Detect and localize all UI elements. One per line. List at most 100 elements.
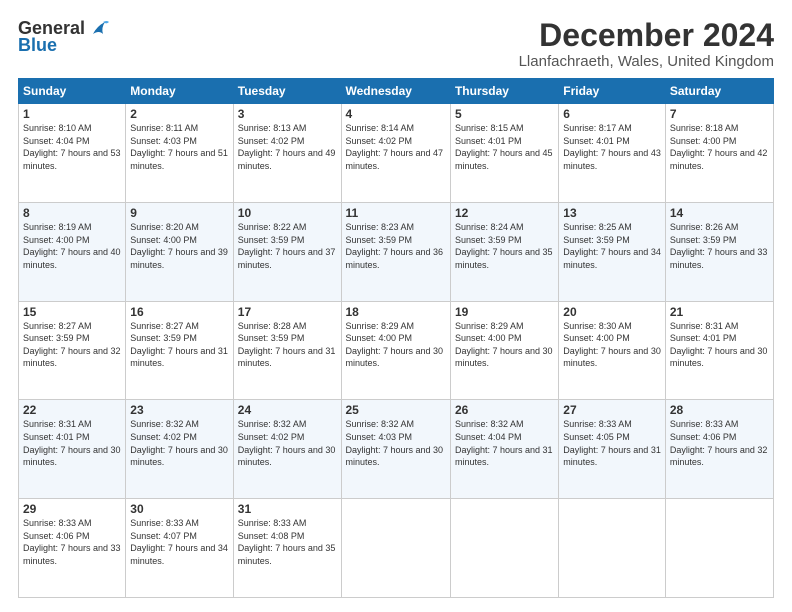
col-sunday: Sunday	[19, 79, 126, 104]
title-block: December 2024 Llanfachraeth, Wales, Unit…	[519, 18, 774, 70]
day-number: 11	[346, 206, 446, 220]
table-row: 7 Sunrise: 8:18 AMSunset: 4:00 PMDayligh…	[665, 104, 773, 203]
day-info: Sunrise: 8:32 AMSunset: 4:03 PMDaylight:…	[346, 419, 444, 467]
table-row: 27 Sunrise: 8:33 AMSunset: 4:05 PMDaylig…	[559, 400, 666, 499]
day-info: Sunrise: 8:31 AMSunset: 4:01 PMDaylight:…	[670, 321, 768, 369]
day-info: Sunrise: 8:11 AMSunset: 4:03 PMDaylight:…	[130, 123, 228, 171]
col-thursday: Thursday	[450, 79, 558, 104]
col-tuesday: Tuesday	[233, 79, 341, 104]
day-info: Sunrise: 8:13 AMSunset: 4:02 PMDaylight:…	[238, 123, 336, 171]
table-row: 4 Sunrise: 8:14 AMSunset: 4:02 PMDayligh…	[341, 104, 450, 203]
table-row: 9 Sunrise: 8:20 AMSunset: 4:00 PMDayligh…	[126, 202, 233, 301]
logo-bird-icon	[87, 20, 109, 38]
page: General Blue December 2024 Llanfachraeth…	[0, 0, 792, 612]
table-row: 15 Sunrise: 8:27 AMSunset: 3:59 PMDaylig…	[19, 301, 126, 400]
table-row: 1 Sunrise: 8:10 AMSunset: 4:04 PMDayligh…	[19, 104, 126, 203]
day-number: 19	[455, 305, 554, 319]
day-number: 13	[563, 206, 661, 220]
table-row: 14 Sunrise: 8:26 AMSunset: 3:59 PMDaylig…	[665, 202, 773, 301]
month-title: December 2024	[519, 18, 774, 53]
day-info: Sunrise: 8:10 AMSunset: 4:04 PMDaylight:…	[23, 123, 121, 171]
table-row: 19 Sunrise: 8:29 AMSunset: 4:00 PMDaylig…	[450, 301, 558, 400]
day-info: Sunrise: 8:23 AMSunset: 3:59 PMDaylight:…	[346, 222, 444, 270]
table-row: 18 Sunrise: 8:29 AMSunset: 4:00 PMDaylig…	[341, 301, 450, 400]
day-info: Sunrise: 8:14 AMSunset: 4:02 PMDaylight:…	[346, 123, 444, 171]
table-row: 3 Sunrise: 8:13 AMSunset: 4:02 PMDayligh…	[233, 104, 341, 203]
day-number: 25	[346, 403, 446, 417]
day-info: Sunrise: 8:33 AMSunset: 4:07 PMDaylight:…	[130, 518, 228, 566]
day-number: 22	[23, 403, 121, 417]
table-row	[450, 499, 558, 598]
day-number: 24	[238, 403, 337, 417]
day-number: 26	[455, 403, 554, 417]
col-monday: Monday	[126, 79, 233, 104]
day-info: Sunrise: 8:15 AMSunset: 4:01 PMDaylight:…	[455, 123, 553, 171]
day-info: Sunrise: 8:19 AMSunset: 4:00 PMDaylight:…	[23, 222, 121, 270]
calendar-table: Sunday Monday Tuesday Wednesday Thursday…	[18, 78, 774, 598]
day-number: 3	[238, 107, 337, 121]
location: Llanfachraeth, Wales, United Kingdom	[519, 53, 774, 70]
day-info: Sunrise: 8:33 AMSunset: 4:08 PMDaylight:…	[238, 518, 336, 566]
table-row	[559, 499, 666, 598]
day-info: Sunrise: 8:24 AMSunset: 3:59 PMDaylight:…	[455, 222, 553, 270]
table-row: 11 Sunrise: 8:23 AMSunset: 3:59 PMDaylig…	[341, 202, 450, 301]
table-row: 25 Sunrise: 8:32 AMSunset: 4:03 PMDaylig…	[341, 400, 450, 499]
day-number: 9	[130, 206, 228, 220]
day-number: 21	[670, 305, 769, 319]
table-row: 6 Sunrise: 8:17 AMSunset: 4:01 PMDayligh…	[559, 104, 666, 203]
day-number: 27	[563, 403, 661, 417]
day-number: 6	[563, 107, 661, 121]
table-row: 10 Sunrise: 8:22 AMSunset: 3:59 PMDaylig…	[233, 202, 341, 301]
day-number: 4	[346, 107, 446, 121]
day-info: Sunrise: 8:22 AMSunset: 3:59 PMDaylight:…	[238, 222, 336, 270]
table-row: 28 Sunrise: 8:33 AMSunset: 4:06 PMDaylig…	[665, 400, 773, 499]
table-row: 22 Sunrise: 8:31 AMSunset: 4:01 PMDaylig…	[19, 400, 126, 499]
table-row: 8 Sunrise: 8:19 AMSunset: 4:00 PMDayligh…	[19, 202, 126, 301]
table-row: 12 Sunrise: 8:24 AMSunset: 3:59 PMDaylig…	[450, 202, 558, 301]
day-info: Sunrise: 8:30 AMSunset: 4:00 PMDaylight:…	[563, 321, 661, 369]
day-info: Sunrise: 8:17 AMSunset: 4:01 PMDaylight:…	[563, 123, 661, 171]
day-info: Sunrise: 8:32 AMSunset: 4:04 PMDaylight:…	[455, 419, 553, 467]
day-number: 7	[670, 107, 769, 121]
day-number: 31	[238, 502, 337, 516]
table-row: 5 Sunrise: 8:15 AMSunset: 4:01 PMDayligh…	[450, 104, 558, 203]
table-row: 29 Sunrise: 8:33 AMSunset: 4:06 PMDaylig…	[19, 499, 126, 598]
day-info: Sunrise: 8:18 AMSunset: 4:00 PMDaylight:…	[670, 123, 768, 171]
day-info: Sunrise: 8:29 AMSunset: 4:00 PMDaylight:…	[455, 321, 553, 369]
day-number: 20	[563, 305, 661, 319]
day-number: 18	[346, 305, 446, 319]
logo-blue: Blue	[18, 35, 57, 56]
day-info: Sunrise: 8:28 AMSunset: 3:59 PMDaylight:…	[238, 321, 336, 369]
table-row	[341, 499, 450, 598]
col-friday: Friday	[559, 79, 666, 104]
day-number: 28	[670, 403, 769, 417]
day-number: 12	[455, 206, 554, 220]
table-row: 31 Sunrise: 8:33 AMSunset: 4:08 PMDaylig…	[233, 499, 341, 598]
table-row: 13 Sunrise: 8:25 AMSunset: 3:59 PMDaylig…	[559, 202, 666, 301]
day-info: Sunrise: 8:33 AMSunset: 4:06 PMDaylight:…	[23, 518, 121, 566]
table-row: 26 Sunrise: 8:32 AMSunset: 4:04 PMDaylig…	[450, 400, 558, 499]
day-number: 5	[455, 107, 554, 121]
day-info: Sunrise: 8:33 AMSunset: 4:06 PMDaylight:…	[670, 419, 768, 467]
table-row: 24 Sunrise: 8:32 AMSunset: 4:02 PMDaylig…	[233, 400, 341, 499]
day-info: Sunrise: 8:32 AMSunset: 4:02 PMDaylight:…	[238, 419, 336, 467]
table-row: 2 Sunrise: 8:11 AMSunset: 4:03 PMDayligh…	[126, 104, 233, 203]
day-number: 29	[23, 502, 121, 516]
day-number: 16	[130, 305, 228, 319]
header: General Blue December 2024 Llanfachraeth…	[18, 18, 774, 70]
day-number: 10	[238, 206, 337, 220]
day-info: Sunrise: 8:27 AMSunset: 3:59 PMDaylight:…	[130, 321, 228, 369]
col-saturday: Saturday	[665, 79, 773, 104]
day-info: Sunrise: 8:26 AMSunset: 3:59 PMDaylight:…	[670, 222, 768, 270]
table-row	[665, 499, 773, 598]
table-row: 16 Sunrise: 8:27 AMSunset: 3:59 PMDaylig…	[126, 301, 233, 400]
logo: General Blue	[18, 18, 109, 56]
day-info: Sunrise: 8:29 AMSunset: 4:00 PMDaylight:…	[346, 321, 444, 369]
day-number: 17	[238, 305, 337, 319]
day-number: 14	[670, 206, 769, 220]
table-row: 20 Sunrise: 8:30 AMSunset: 4:00 PMDaylig…	[559, 301, 666, 400]
col-wednesday: Wednesday	[341, 79, 450, 104]
day-number: 23	[130, 403, 228, 417]
day-info: Sunrise: 8:33 AMSunset: 4:05 PMDaylight:…	[563, 419, 661, 467]
table-row: 23 Sunrise: 8:32 AMSunset: 4:02 PMDaylig…	[126, 400, 233, 499]
